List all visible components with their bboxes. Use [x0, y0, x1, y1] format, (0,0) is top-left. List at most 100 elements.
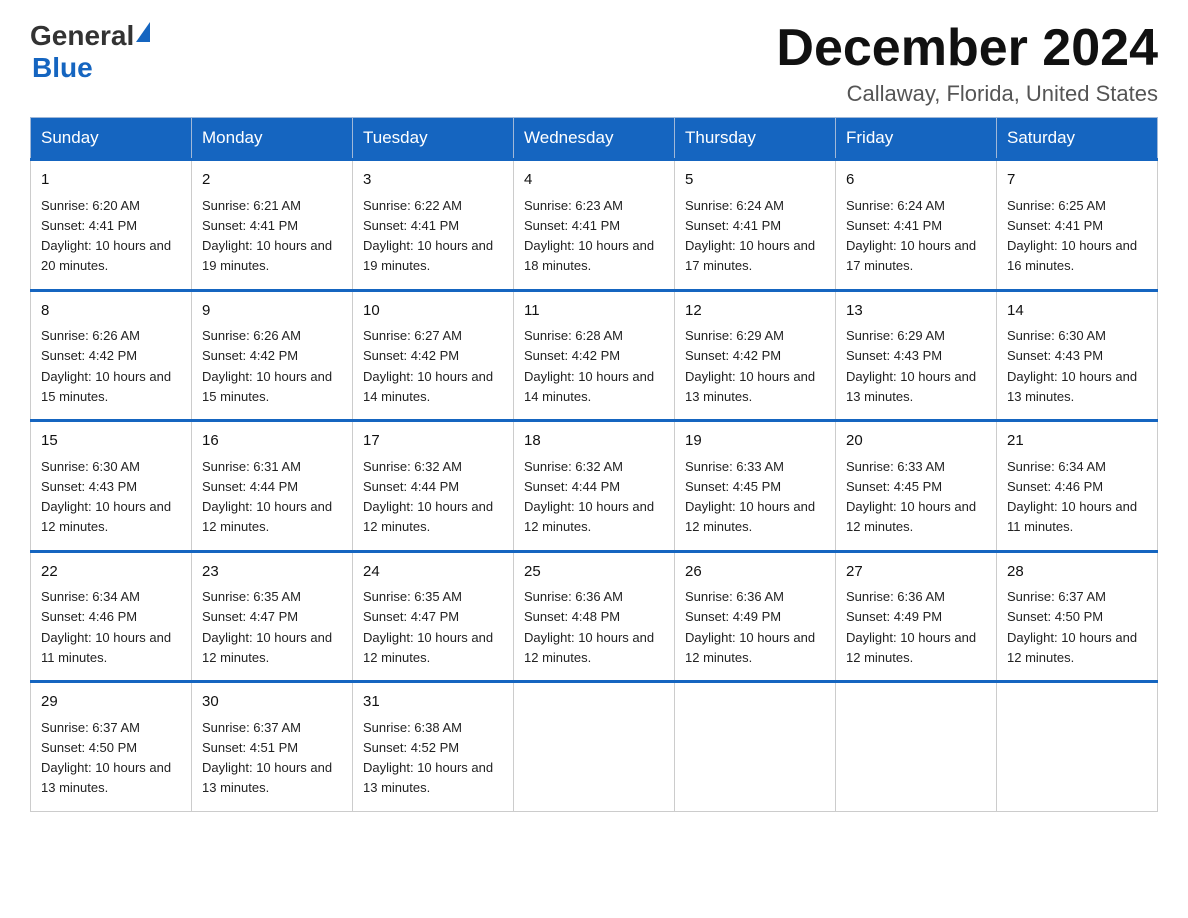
- calendar-cell: 8 Sunrise: 6:26 AMSunset: 4:42 PMDaylight…: [31, 290, 192, 421]
- calendar-cell: 12 Sunrise: 6:29 AMSunset: 4:42 PMDayligh…: [675, 290, 836, 421]
- month-title: December 2024: [776, 20, 1158, 77]
- day-number: 20: [846, 430, 986, 453]
- calendar-cell: 28Sunrise: 6:37 AMSunset: 4:50 PMDayligh…: [997, 551, 1158, 682]
- day-info: Sunrise: 6:34 AMSunset: 4:46 PMDaylight:…: [41, 589, 171, 665]
- day-number: 23: [202, 561, 342, 584]
- calendar-cell: 3 Sunrise: 6:22 AMSunset: 4:41 PMDaylight…: [353, 160, 514, 291]
- calendar-cell: 30 Sunrise: 6:37 AMSunset: 4:51 PMDayligh…: [192, 682, 353, 812]
- day-info: Sunrise: 6:32 AMSunset: 4:44 PMDaylight:…: [363, 459, 493, 535]
- weekday-header-saturday: Saturday: [997, 118, 1158, 160]
- day-info: Sunrise: 6:33 AMSunset: 4:45 PMDaylight:…: [846, 459, 976, 535]
- day-info: Sunrise: 6:29 AMSunset: 4:43 PMDaylight:…: [846, 328, 976, 404]
- calendar-cell: 29 Sunrise: 6:37 AMSunset: 4:50 PMDayligh…: [31, 682, 192, 812]
- calendar-cell: 10Sunrise: 6:27 AMSunset: 4:42 PMDayligh…: [353, 290, 514, 421]
- day-number: 15: [41, 430, 181, 453]
- day-number: 24: [363, 561, 503, 584]
- calendar-cell: 18Sunrise: 6:32 AMSunset: 4:44 PMDayligh…: [514, 421, 675, 552]
- weekday-header-wednesday: Wednesday: [514, 118, 675, 160]
- day-number: 5: [685, 169, 825, 192]
- day-info: Sunrise: 6:37 AMSunset: 4:51 PMDaylight:…: [202, 720, 332, 796]
- weekday-header-sunday: Sunday: [31, 118, 192, 160]
- day-info: Sunrise: 6:22 AMSunset: 4:41 PMDaylight:…: [363, 198, 493, 274]
- day-info: Sunrise: 6:31 AMSunset: 4:44 PMDaylight:…: [202, 459, 332, 535]
- calendar-cell: 26Sunrise: 6:36 AMSunset: 4:49 PMDayligh…: [675, 551, 836, 682]
- day-number: 6: [846, 169, 986, 192]
- day-number: 26: [685, 561, 825, 584]
- day-number: 11: [524, 300, 664, 323]
- calendar-week-row: 1 Sunrise: 6:20 AMSunset: 4:41 PMDaylight…: [31, 160, 1158, 291]
- title-block: December 2024 Callaway, Florida, United …: [776, 20, 1158, 107]
- day-number: 2: [202, 169, 342, 192]
- calendar-cell: 19 Sunrise: 6:33 AMSunset: 4:45 PMDayligh…: [675, 421, 836, 552]
- day-info: Sunrise: 6:33 AMSunset: 4:45 PMDaylight:…: [685, 459, 815, 535]
- day-number: 30: [202, 691, 342, 714]
- day-number: 14: [1007, 300, 1147, 323]
- day-number: 13: [846, 300, 986, 323]
- day-info: Sunrise: 6:37 AMSunset: 4:50 PMDaylight:…: [41, 720, 171, 796]
- calendar-cell: 11 Sunrise: 6:28 AMSunset: 4:42 PMDayligh…: [514, 290, 675, 421]
- day-number: 21: [1007, 430, 1147, 453]
- calendar-cell: 20 Sunrise: 6:33 AMSunset: 4:45 PMDayligh…: [836, 421, 997, 552]
- day-info: Sunrise: 6:26 AMSunset: 4:42 PMDaylight:…: [202, 328, 332, 404]
- calendar-cell: 14 Sunrise: 6:30 AMSunset: 4:43 PMDayligh…: [997, 290, 1158, 421]
- day-info: Sunrise: 6:27 AMSunset: 4:42 PMDaylight:…: [363, 328, 493, 404]
- day-number: 4: [524, 169, 664, 192]
- calendar-cell: 31 Sunrise: 6:38 AMSunset: 4:52 PMDayligh…: [353, 682, 514, 812]
- calendar-cell: 1 Sunrise: 6:20 AMSunset: 4:41 PMDaylight…: [31, 160, 192, 291]
- day-number: 9: [202, 300, 342, 323]
- day-info: Sunrise: 6:25 AMSunset: 4:41 PMDaylight:…: [1007, 198, 1137, 274]
- calendar-cell: 9 Sunrise: 6:26 AMSunset: 4:42 PMDaylight…: [192, 290, 353, 421]
- calendar-cell: [836, 682, 997, 812]
- day-number: 19: [685, 430, 825, 453]
- location-subtitle: Callaway, Florida, United States: [776, 81, 1158, 107]
- calendar-cell: 21Sunrise: 6:34 AMSunset: 4:46 PMDayligh…: [997, 421, 1158, 552]
- day-info: Sunrise: 6:30 AMSunset: 4:43 PMDaylight:…: [1007, 328, 1137, 404]
- day-number: 1: [41, 169, 181, 192]
- day-info: Sunrise: 6:38 AMSunset: 4:52 PMDaylight:…: [363, 720, 493, 796]
- day-info: Sunrise: 6:36 AMSunset: 4:49 PMDaylight:…: [846, 589, 976, 665]
- calendar-week-row: 8 Sunrise: 6:26 AMSunset: 4:42 PMDaylight…: [31, 290, 1158, 421]
- calendar-cell: [997, 682, 1158, 812]
- day-info: Sunrise: 6:20 AMSunset: 4:41 PMDaylight:…: [41, 198, 171, 274]
- day-number: 25: [524, 561, 664, 584]
- day-info: Sunrise: 6:36 AMSunset: 4:48 PMDaylight:…: [524, 589, 654, 665]
- calendar-cell: 7 Sunrise: 6:25 AMSunset: 4:41 PMDaylight…: [997, 160, 1158, 291]
- calendar-cell: [514, 682, 675, 812]
- day-number: 22: [41, 561, 181, 584]
- calendar-week-row: 22 Sunrise: 6:34 AMSunset: 4:46 PMDayligh…: [31, 551, 1158, 682]
- day-info: Sunrise: 6:28 AMSunset: 4:42 PMDaylight:…: [524, 328, 654, 404]
- day-info: Sunrise: 6:23 AMSunset: 4:41 PMDaylight:…: [524, 198, 654, 274]
- calendar-cell: 5 Sunrise: 6:24 AMSunset: 4:41 PMDaylight…: [675, 160, 836, 291]
- weekday-header-row: SundayMondayTuesdayWednesdayThursdayFrid…: [31, 118, 1158, 160]
- day-number: 18: [524, 430, 664, 453]
- page-header: General Blue December 2024 Callaway, Flo…: [30, 20, 1158, 107]
- day-info: Sunrise: 6:21 AMSunset: 4:41 PMDaylight:…: [202, 198, 332, 274]
- weekday-header-thursday: Thursday: [675, 118, 836, 160]
- day-info: Sunrise: 6:26 AMSunset: 4:42 PMDaylight:…: [41, 328, 171, 404]
- day-number: 7: [1007, 169, 1147, 192]
- weekday-header-tuesday: Tuesday: [353, 118, 514, 160]
- calendar-cell: 15 Sunrise: 6:30 AMSunset: 4:43 PMDayligh…: [31, 421, 192, 552]
- calendar-cell: 27 Sunrise: 6:36 AMSunset: 4:49 PMDayligh…: [836, 551, 997, 682]
- calendar-cell: 2 Sunrise: 6:21 AMSunset: 4:41 PMDaylight…: [192, 160, 353, 291]
- day-number: 12: [685, 300, 825, 323]
- day-number: 27: [846, 561, 986, 584]
- day-number: 16: [202, 430, 342, 453]
- calendar-cell: 23Sunrise: 6:35 AMSunset: 4:47 PMDayligh…: [192, 551, 353, 682]
- logo-blue-text: Blue: [32, 52, 150, 84]
- calendar-cell: 22 Sunrise: 6:34 AMSunset: 4:46 PMDayligh…: [31, 551, 192, 682]
- day-info: Sunrise: 6:30 AMSunset: 4:43 PMDaylight:…: [41, 459, 171, 535]
- day-number: 31: [363, 691, 503, 714]
- day-info: Sunrise: 6:29 AMSunset: 4:42 PMDaylight:…: [685, 328, 815, 404]
- day-number: 8: [41, 300, 181, 323]
- calendar-cell: 13 Sunrise: 6:29 AMSunset: 4:43 PMDayligh…: [836, 290, 997, 421]
- calendar-cell: 24 Sunrise: 6:35 AMSunset: 4:47 PMDayligh…: [353, 551, 514, 682]
- calendar-cell: [675, 682, 836, 812]
- logo-general-text: General: [30, 20, 134, 52]
- day-number: 3: [363, 169, 503, 192]
- weekday-header-monday: Monday: [192, 118, 353, 160]
- day-number: 29: [41, 691, 181, 714]
- day-info: Sunrise: 6:24 AMSunset: 4:41 PMDaylight:…: [685, 198, 815, 274]
- day-info: Sunrise: 6:35 AMSunset: 4:47 PMDaylight:…: [363, 589, 493, 665]
- calendar-cell: 4 Sunrise: 6:23 AMSunset: 4:41 PMDaylight…: [514, 160, 675, 291]
